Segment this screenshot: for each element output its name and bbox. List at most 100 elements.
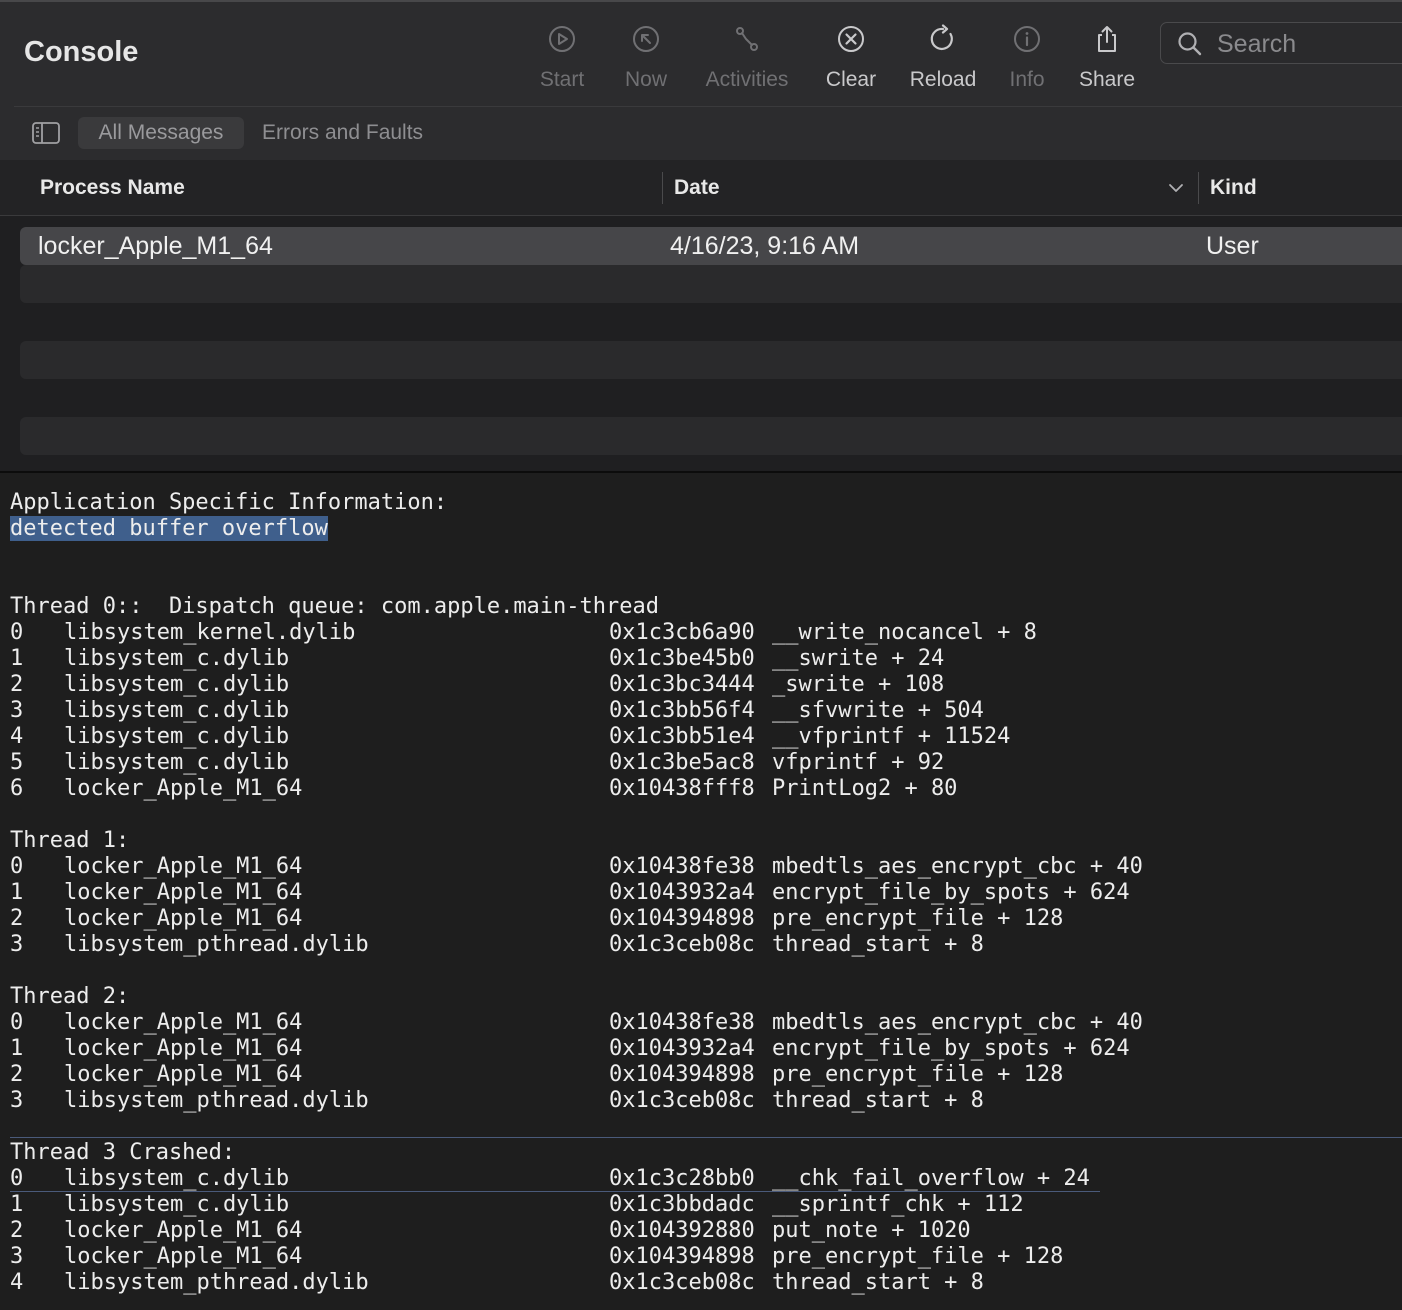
table-row[interactable]: locker_Apple_M1_64 4/16/23, 9:16 AM User [20, 227, 1402, 265]
frame-index: 6 [10, 776, 24, 801]
stack-frame: 3 libsystem_pthread.dylib 0x1c3ceb08c threa… [0, 932, 1402, 958]
frame-address: 0x1c3bb51e4 [609, 724, 755, 749]
frame-library: libsystem_c.dylib [64, 672, 290, 697]
filter-errors-and-faults[interactable]: Errors and Faults [262, 117, 423, 149]
reload-button[interactable]: Reload [906, 24, 980, 104]
stack-frame: 3 locker_Apple_M1_64 0x104394898 pre_encryp… [0, 1244, 1402, 1270]
column-header-kind[interactable]: Kind [1210, 160, 1257, 216]
frame-library: locker_Apple_M1_64 [64, 854, 303, 879]
frame-symbol: __sfvwrite + 504 [772, 698, 984, 723]
frame-symbol: thread_start + 8 [772, 1270, 984, 1295]
frame-address: 0x1c3c28bb0 [609, 1166, 755, 1191]
frame-library: libsystem_c.dylib [64, 750, 290, 775]
search-icon [1178, 32, 1202, 56]
stack-frame: 0 locker_Apple_M1_64 0x10438fe38 mbedtls_ae… [0, 1010, 1402, 1036]
frame-symbol: pre_encrypt_file + 128 [772, 1244, 1064, 1269]
kind-cell: User [1206, 232, 1259, 260]
activities-button[interactable]: Activities [698, 24, 796, 104]
frame-index: 1 [10, 1192, 24, 1217]
frame-index: 3 [10, 1088, 24, 1113]
share-button[interactable]: Share [1076, 24, 1138, 104]
start-button[interactable]: Start [536, 24, 588, 104]
frame-address: 0x10438fe38 [609, 854, 755, 879]
stack-frame: 2 locker_Apple_M1_64 0x104392880 put_note +… [0, 1218, 1402, 1244]
frame-address: 0x1043932a4 [609, 1036, 755, 1061]
frame-index: 3 [10, 1244, 24, 1269]
info-circle-icon [1014, 26, 1040, 52]
column-header-date[interactable]: Date [674, 160, 720, 216]
frame-symbol: __write_nocancel + 8 [772, 620, 1037, 645]
column-separator [1198, 172, 1199, 204]
frame-address: 0x1c3cb6a90 [609, 620, 755, 645]
share-icon [1098, 26, 1116, 52]
thread-title: Thread 2: [10, 984, 130, 1009]
frame-library: libsystem_pthread.dylib [64, 932, 369, 957]
frame-library: locker_Apple_M1_64 [64, 776, 303, 801]
clear-button[interactable]: Clear [822, 24, 880, 104]
frame-index: 3 [10, 698, 24, 723]
crash-log-detail[interactable]: Application Specific Information: detect… [0, 473, 1402, 1310]
search-input[interactable]: Search [1160, 22, 1402, 64]
frame-index: 4 [10, 1270, 24, 1295]
stack-frame: 2 locker_Apple_M1_64 0x104394898 pre_encryp… [0, 1062, 1402, 1088]
frame-library: locker_Apple_M1_64 [64, 1010, 303, 1035]
chevron-down-icon[interactable] [1168, 180, 1184, 196]
frame-address: 0x10438fe38 [609, 1010, 755, 1035]
sidebar-toggle-icon[interactable] [32, 122, 60, 144]
stack-frame: 4 libsystem_c.dylib 0x1c3bb51e4 __vfprintf … [0, 724, 1402, 750]
table-header: Process Name Date Kind [0, 160, 1402, 216]
app-info-header: Application Specific Information: [10, 490, 448, 515]
now-button[interactable]: Now [622, 24, 670, 104]
stack-frame: 1 libsystem_c.dylib 0x1c3bbdadc __sprintf_c… [0, 1192, 1402, 1218]
empty-row [20, 341, 1402, 379]
stack-frame: 0 libsystem_kernel.dylib 0x1c3cb6a90 __writ… [0, 620, 1402, 646]
frame-library: libsystem_c.dylib [64, 724, 290, 749]
frame-library: locker_Apple_M1_64 [64, 1218, 303, 1243]
now-label: Now [624, 68, 667, 91]
frame-index: 0 [10, 854, 24, 879]
stack-frame: 0 locker_Apple_M1_64 0x10438fe38 mbedtls_ae… [0, 854, 1402, 880]
frame-library: libsystem_c.dylib [64, 698, 290, 723]
search-placeholder: Search [1217, 30, 1297, 58]
frame-index: 1 [10, 646, 24, 671]
empty-row [20, 417, 1402, 455]
column-header-process-name[interactable]: Process Name [40, 160, 185, 216]
thread-title: Thread 0:: Dispatch queue: com.apple.mai… [10, 594, 660, 619]
frame-address: 0x1c3ceb08c [609, 1088, 755, 1113]
frame-symbol: __swrite + 24 [772, 646, 945, 671]
frame-address: 0x104394898 [609, 1062, 755, 1087]
frame-library: locker_Apple_M1_64 [64, 1062, 303, 1087]
filter-all-messages[interactable]: All Messages [78, 117, 244, 149]
thread-title-crashed: Thread 3 Crashed: [10, 1140, 236, 1165]
stack-frame: 1 locker_Apple_M1_64 0x1043932a4 encrypt_fi… [0, 1036, 1402, 1062]
frame-library: locker_Apple_M1_64 [64, 1244, 303, 1269]
frame-symbol: thread_start + 8 [772, 1088, 984, 1113]
frame-symbol: mbedtls_aes_encrypt_cbc + 40 [772, 1010, 1143, 1035]
frame-index: 4 [10, 724, 24, 749]
frame-index: 0 [10, 1010, 24, 1035]
frame-library: libsystem_c.dylib [64, 1192, 290, 1217]
activities-label: Activities [705, 68, 789, 91]
frame-address: 0x1c3be5ac8 [609, 750, 755, 775]
frame-symbol: put_note + 1020 [772, 1218, 971, 1243]
info-button[interactable]: Info [1006, 24, 1048, 104]
frame-library: libsystem_c.dylib [64, 646, 290, 671]
frame-symbol: PrintLog2 + 80 [772, 776, 958, 801]
stack-frame: 5 libsystem_c.dylib 0x1c3be5ac8 vfprintf + … [0, 750, 1402, 776]
stack-frame: 2 locker_Apple_M1_64 0x104394898 pre_encryp… [0, 906, 1402, 932]
frame-address: 0x1043932a4 [609, 880, 755, 905]
frame-index: 5 [10, 750, 24, 775]
frame-index: 0 [10, 1166, 24, 1191]
separator-line [10, 1137, 1402, 1138]
frame-symbol: __vfprintf + 11524 [772, 724, 1011, 749]
info-label: Info [1009, 68, 1045, 91]
frame-library: locker_Apple_M1_64 [64, 880, 303, 905]
frame-symbol: pre_encrypt_file + 128 [772, 906, 1064, 931]
frame-address: 0x1c3bc3444 [609, 672, 755, 697]
frame-address: 0x1c3bb56f4 [609, 698, 755, 723]
frame-library: libsystem_c.dylib [64, 1166, 290, 1191]
x-circle-icon [838, 26, 864, 52]
frame-index: 2 [10, 1062, 24, 1087]
app-info-value: detected buffer overflow [10, 516, 328, 541]
stack-frame: 3 libsystem_pthread.dylib 0x1c3ceb08c threa… [0, 1088, 1402, 1114]
